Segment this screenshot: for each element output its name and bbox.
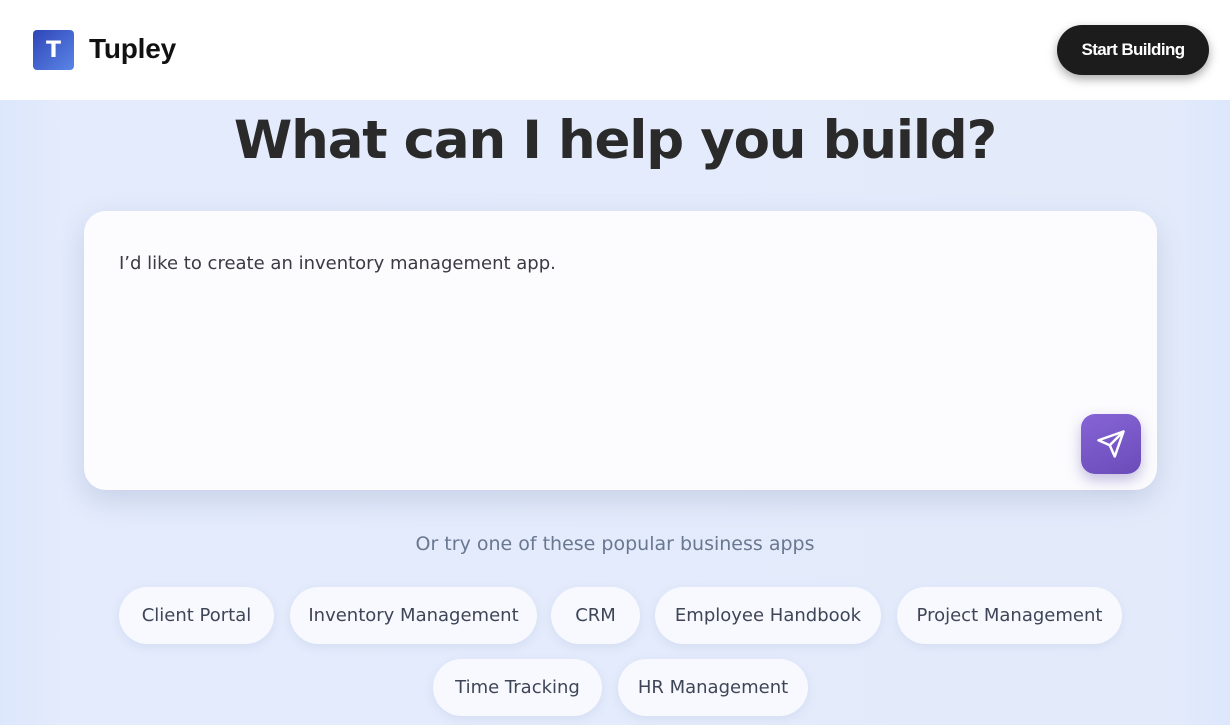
prompt-input[interactable]: [119, 251, 1019, 451]
suggestion-chip-project-management[interactable]: Project Management: [897, 587, 1122, 644]
prompt-card: [84, 211, 1157, 490]
page-title: What can I help you build?: [233, 110, 997, 171]
top-nav: T Tupley Start Building: [0, 0, 1230, 100]
suggestion-chip-inventory-management[interactable]: Inventory Management: [290, 587, 537, 644]
suggestion-chip-time-tracking[interactable]: Time Tracking: [433, 659, 602, 716]
suggestions-caption: Or try one of these popular business app…: [415, 533, 815, 555]
send-icon: [1097, 430, 1125, 458]
suggestion-chip-employee-handbook[interactable]: Employee Handbook: [655, 587, 881, 644]
brand-name[interactable]: Tupley: [89, 33, 176, 65]
suggestion-chip-crm[interactable]: CRM: [551, 587, 640, 644]
logo-letter: T: [45, 37, 61, 63]
suggestion-chip-hr-management[interactable]: HR Management: [618, 659, 808, 716]
logo-icon[interactable]: T: [33, 30, 74, 70]
start-building-button[interactable]: Start Building: [1057, 25, 1209, 75]
suggestion-chip-client-portal[interactable]: Client Portal: [119, 587, 274, 644]
send-button[interactable]: [1081, 414, 1141, 474]
